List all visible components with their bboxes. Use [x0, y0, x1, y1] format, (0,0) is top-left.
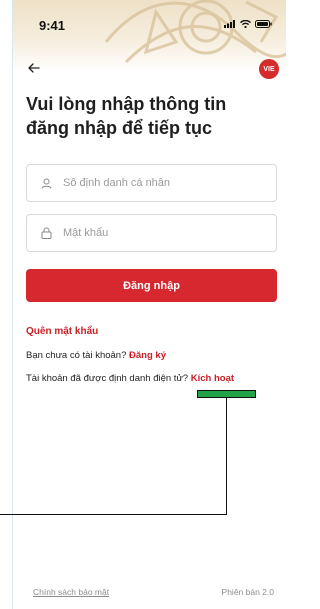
- decorative-pattern: [104, 0, 286, 64]
- highlight-box: [197, 390, 256, 398]
- user-icon: [39, 176, 53, 190]
- id-number-input[interactable]: [61, 176, 265, 190]
- back-button[interactable]: [25, 60, 43, 76]
- page-title: Vui lòng nhập thông tin đăng nhập để tiế…: [26, 94, 227, 138]
- status-icons: [224, 20, 272, 28]
- signal-icon: [224, 20, 235, 28]
- wifi-icon: [240, 20, 251, 28]
- status-bar: 9:41: [13, 18, 286, 36]
- password-field[interactable]: [26, 214, 277, 252]
- privacy-policy-link[interactable]: Chính sách bảo mật: [33, 587, 109, 597]
- id-number-field[interactable]: [26, 164, 277, 202]
- version-text: Phiên bản 2.0: [221, 587, 274, 597]
- callout-line-vertical: [226, 398, 227, 515]
- callout-line-horizontal: [0, 514, 227, 515]
- activate-link[interactable]: Kích hoạt: [191, 373, 234, 384]
- battery-icon: [255, 20, 272, 28]
- register-link[interactable]: Đăng ký: [129, 350, 166, 361]
- register-line: Bạn chưa có tài khoản? Đăng ký: [26, 350, 166, 361]
- no-account-text: Bạn chưa có tài khoản?: [26, 350, 127, 361]
- forgot-password-link[interactable]: Quên mật khẩu: [26, 326, 98, 337]
- language-switch-button[interactable]: VIE: [259, 59, 279, 79]
- back-arrow-icon: [28, 63, 40, 73]
- identified-text: Tài khoản đã được định danh điện tử?: [26, 373, 189, 384]
- login-button[interactable]: Đăng nhập: [26, 269, 277, 302]
- activate-line: Tài khoản đã được định danh điện tử? Kíc…: [26, 373, 234, 384]
- hero-background: 9:41: [13, 0, 286, 72]
- status-time: 9:41: [39, 18, 66, 33]
- phone-frame: 9:41 VIE Vui lòng nhập thông tin đăng nh…: [12, 0, 286, 609]
- lock-icon: [39, 226, 53, 240]
- password-input[interactable]: [61, 226, 265, 240]
